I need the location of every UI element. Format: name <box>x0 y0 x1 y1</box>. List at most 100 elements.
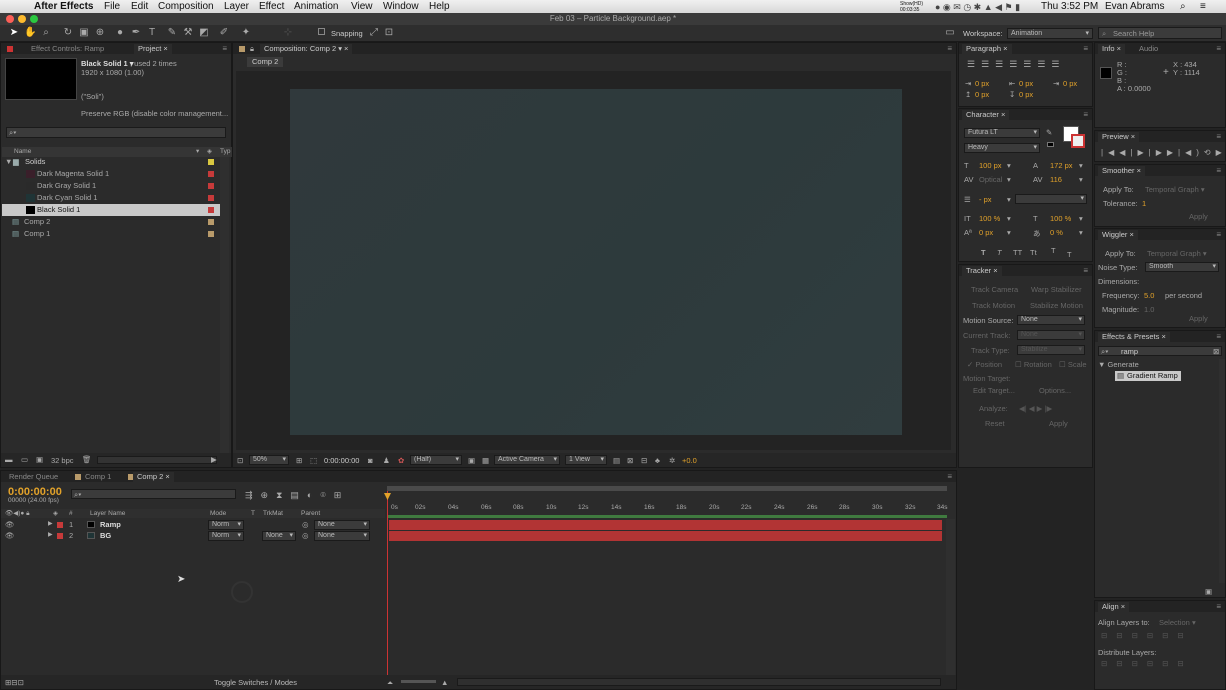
shape-tool-icon[interactable]: ● <box>114 27 126 39</box>
effects-search-input[interactable]: ⌕▾ ramp ⊠ <box>1098 346 1222 356</box>
time-ruler[interactable]: 0s 02s 04s 06s 08s 10s 12s 14s 16s 18s 2… <box>385 485 951 519</box>
pick-whip-icon[interactable]: ◎ <box>302 520 309 529</box>
show-snapshot-icon[interactable]: ♟ <box>383 456 390 465</box>
new-preset-icon[interactable]: ▣ <box>1205 587 1212 596</box>
tab-composition-comp-2[interactable]: Composition: Comp 2 ▾ × <box>260 44 353 54</box>
vertical-scale-arrow[interactable]: ▾ <box>1007 214 1011 223</box>
rotation-tool-icon[interactable]: ↻ <box>62 27 74 39</box>
wiggler-apply-button[interactable]: Apply <box>1189 313 1208 325</box>
notifications-icon[interactable]: ≡ <box>1200 0 1206 14</box>
new-comp-icon[interactable]: ▣ <box>36 455 43 464</box>
tsume-arrow[interactable]: ▾ <box>1079 228 1083 237</box>
clear-search-icon[interactable]: ⊠ <box>1213 347 1219 356</box>
analyze-controls-icons[interactable]: ◀| ◀ ▶ |▶ <box>1019 404 1052 413</box>
label-color-swatch[interactable] <box>208 183 214 189</box>
tab-info[interactable]: Info × <box>1098 44 1125 54</box>
panel-menu-icon[interactable]: ≡ <box>1216 166 1221 175</box>
pen-tool-icon[interactable]: ✒ <box>130 27 142 39</box>
exposure-value[interactable]: +0.0 <box>682 456 697 465</box>
label-color-swatch[interactable] <box>208 159 214 165</box>
expand-triangle-icon[interactable]: ▼ <box>5 156 12 168</box>
project-search-input[interactable]: ⌕▾ <box>6 127 226 138</box>
label-color-swatch[interactable] <box>208 219 214 225</box>
reset-button[interactable]: Reset <box>985 418 1005 430</box>
label-color-swatch[interactable] <box>208 171 214 177</box>
menu-effect[interactable]: Effect <box>259 0 284 14</box>
preserve-rgb[interactable]: Preserve RGB (disable color management..… <box>81 109 228 118</box>
effects-scrollbar[interactable] <box>1219 359 1225 583</box>
tab-smoother[interactable]: Smoother × <box>1098 166 1145 176</box>
search-help-field[interactable]: ⌕ Search Help <box>1098 27 1222 39</box>
horizontal-scale-arrow[interactable]: ▾ <box>1079 214 1083 223</box>
axis-mode-icons[interactable]: ⊹ <box>282 27 294 39</box>
font-size-value[interactable]: 100 px <box>979 161 1002 170</box>
kerning-arrow[interactable]: ▾ <box>1007 175 1011 184</box>
workspace-dropdown[interactable]: Animation ▾ <box>1007 28 1093 39</box>
tab-render-queue[interactable]: Render Queue <box>5 472 62 482</box>
toggle-switches-modes-button[interactable]: Toggle Switches / Modes <box>214 678 297 687</box>
tab-project[interactable]: Project × <box>134 44 172 54</box>
col-type[interactable]: Typ <box>220 148 230 155</box>
smoother-apply-button[interactable]: Apply <box>1189 211 1208 223</box>
flowchart-icon[interactable]: ♣ <box>655 456 660 465</box>
label-column-icon[interactable]: ◈ <box>207 147 212 155</box>
zoom-in-icon[interactable]: ▲ <box>441 678 448 687</box>
panel-menu-icon[interactable]: ≡ <box>947 472 952 481</box>
tracking-arrow[interactable]: ▾ <box>1079 175 1083 184</box>
leading-arrow[interactable]: ▾ <box>1079 161 1083 170</box>
menu-app[interactable]: After Effects <box>34 0 93 14</box>
first-line-indent-value[interactable]: 0 px <box>1063 79 1077 88</box>
align-buttons-icons[interactable]: ☰☰☰☰☰☰☰ <box>967 59 1065 70</box>
panel-menu-icon[interactable]: ≡ <box>1216 132 1221 141</box>
panel-menu-icon[interactable]: ≡ <box>1216 230 1221 239</box>
layer-name[interactable]: BG <box>100 531 111 540</box>
visibility-eye-icon[interactable]: 👁︎ <box>5 531 15 540</box>
font-family-dropdown[interactable]: Futura LT ▾ <box>964 128 1040 138</box>
zoom-dropdown[interactable]: 50% ▾ <box>249 455 289 465</box>
project-row-dark-cyan-solid[interactable]: Dark Cyan Solid 1 <box>2 192 220 204</box>
minimize-window-icon[interactable] <box>18 15 26 23</box>
frequency-value[interactable]: 5.0 <box>1144 291 1154 300</box>
zoom-out-icon[interactable]: ⏶ <box>387 678 393 688</box>
vertical-scale-value[interactable]: 100 % <box>979 214 1000 223</box>
eraser-tool-icon[interactable]: ◩ <box>198 27 210 39</box>
subscript-button[interactable]: T <box>1067 250 1072 259</box>
menu-help[interactable]: Help <box>429 0 450 14</box>
panel-menu-icon[interactable]: ≡ <box>947 44 952 53</box>
layer-duration-bar[interactable] <box>389 531 942 541</box>
layer-parent-dropdown[interactable]: None ▾ <box>314 531 370 541</box>
stabilize-motion-button[interactable]: Stabilize Motion <box>1030 300 1083 312</box>
comp-breadcrumb[interactable]: Comp 2 <box>247 57 284 67</box>
tab-paragraph[interactable]: Paragraph × <box>962 44 1012 54</box>
horizontal-scale-value[interactable]: 100 % <box>1050 214 1071 223</box>
transparency-grid-icon[interactable]: ▦ <box>482 456 489 465</box>
options-button[interactable]: Options... <box>1039 385 1071 397</box>
snapping-checkbox[interactable] <box>318 28 325 35</box>
layer-label-color[interactable] <box>57 533 63 539</box>
col-name[interactable]: Name <box>14 148 31 155</box>
expand-triangle-icon[interactable]: ▶ <box>48 531 53 538</box>
col-layer-name[interactable]: Layer Name <box>90 510 125 517</box>
stroke-width-value[interactable]: - px <box>979 195 992 204</box>
stroke-color-swatch[interactable] <box>1071 134 1085 148</box>
magnitude-value[interactable]: 1.0 <box>1144 305 1154 314</box>
snap-feature-icon[interactable]: ⊡ <box>383 27 395 39</box>
track-camera-button[interactable]: Track Camera <box>971 284 1018 296</box>
apply-button[interactable]: Apply <box>1049 418 1068 430</box>
black-swatch[interactable] <box>1047 142 1054 147</box>
menu-view[interactable]: View <box>351 0 373 14</box>
faux-bold-button[interactable]: T <box>981 248 986 257</box>
tolerance-value[interactable]: 1 <box>1142 199 1146 208</box>
menu-window[interactable]: Window <box>383 0 419 14</box>
panel-menu-icon[interactable]: ≡ <box>1083 266 1088 275</box>
status-icons[interactable]: ● ◉ ✉ ◷ ✱ ▲ ◀ ⚑ ▮ <box>935 0 1020 14</box>
edit-target-button[interactable]: Edit Target... <box>973 385 1015 397</box>
label-color-swatch[interactable] <box>208 195 214 201</box>
always-preview-icon[interactable]: ⊡ <box>237 456 243 465</box>
indent-left-value[interactable]: 0 px <box>975 79 989 88</box>
hand-tool-icon[interactable]: ✋ <box>24 27 36 39</box>
puppet-tool-icon[interactable]: ✦ <box>240 27 252 39</box>
tab-comp-2[interactable]: Comp 2 × <box>133 472 174 482</box>
scroll-right-icon[interactable]: ▶ <box>211 455 217 464</box>
tab-effects-presets[interactable]: Effects & Presets × <box>1098 332 1170 342</box>
